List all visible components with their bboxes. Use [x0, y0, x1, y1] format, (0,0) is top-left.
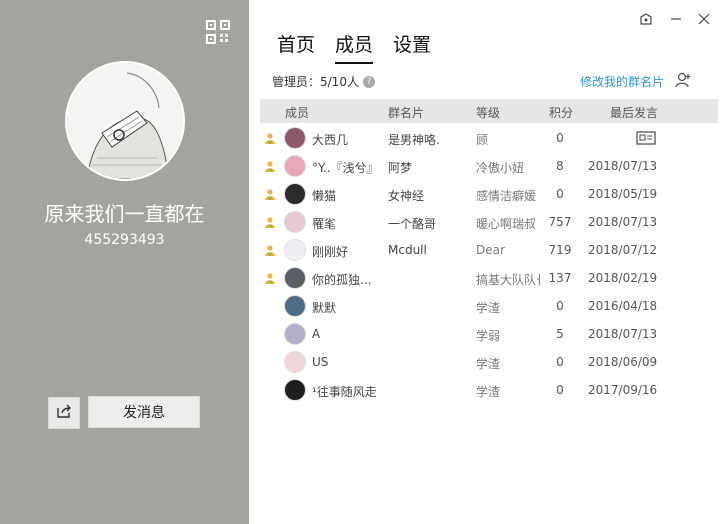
- member-level: 学弱: [476, 329, 501, 343]
- minimize-icon[interactable]: [667, 10, 685, 28]
- member-row[interactable]: 罹毟 一个酪哥 暖心啊瑞叔 757 2018/07/13: [249, 208, 724, 236]
- member-last-post: 2018/06/09: [588, 355, 658, 369]
- add-member-icon[interactable]: [674, 71, 692, 89]
- skin-icon[interactable]: [637, 10, 655, 28]
- member-avatar[interactable]: [284, 183, 306, 205]
- member-row[interactable]: ¹往事随风走 学渣 0 2017/09/16: [249, 376, 724, 404]
- admin-icon: [264, 272, 276, 284]
- member-level: 暖心啊瑞叔: [476, 217, 537, 231]
- group-detail-panel: 首页 成员 设置 管理员：5/10人 ? 修改我的群名片 成员 群名片 等级 积…: [249, 0, 724, 524]
- admin-count: 管理员：5/10人 ?: [272, 73, 375, 90]
- share-button[interactable]: [48, 397, 80, 429]
- member-score: 0: [556, 383, 564, 397]
- admin-icon: [264, 188, 276, 200]
- admin-count-label: 管理员：5/10人: [272, 75, 359, 89]
- member-row[interactable]: A 学弱 5 2018/07/13: [249, 320, 724, 348]
- member-name: 大西几: [312, 133, 349, 147]
- column-level[interactable]: 等级: [476, 104, 500, 121]
- member-list: 大西几 是男神咯. 顾 0 °Y..『浅兮』 阿梦 冷傲小妞 8 2018/07/13 懒猫 女神经…: [249, 124, 724, 404]
- member-avatar[interactable]: [284, 295, 306, 317]
- column-member[interactable]: 成员: [285, 104, 309, 121]
- member-row[interactable]: US 学渣 0 2018/06/09: [249, 348, 724, 376]
- member-last-post: 2018/07/13: [588, 159, 658, 173]
- member-table-header: 成员 群名片 等级 积分 最后发言: [260, 99, 718, 123]
- member-score: 0: [556, 131, 564, 145]
- member-name: 刚刚好: [312, 245, 349, 259]
- group-avatar[interactable]: [65, 61, 185, 181]
- member-avatar[interactable]: [284, 351, 306, 373]
- card-icon[interactable]: [636, 130, 656, 146]
- admin-icon: [264, 160, 276, 172]
- member-name: A: [312, 327, 321, 341]
- member-last-post: 2018/07/12: [588, 243, 658, 257]
- member-name: 懒猫: [312, 189, 337, 203]
- member-level: 学渣: [476, 385, 501, 399]
- tab-home[interactable]: 首页: [277, 30, 315, 64]
- group-profile-panel: 原来我们一直都在 455293493 发消息: [0, 0, 249, 524]
- member-score: 8: [556, 159, 564, 173]
- member-level: 搞基大队队长: [476, 273, 540, 287]
- member-level: 顾: [476, 133, 489, 147]
- member-name: 罹毟: [312, 217, 337, 231]
- column-card[interactable]: 群名片: [388, 104, 424, 121]
- group-id: 455293493: [84, 232, 165, 248]
- member-row[interactable]: 你的孤独... 搞基大队队长 137 2018/02/19: [249, 264, 724, 292]
- member-avatar[interactable]: [284, 239, 306, 261]
- member-row[interactable]: 懒猫 女神经 感情洁癖媛 0 2018/05/19: [249, 180, 724, 208]
- member-score: 719: [548, 243, 572, 257]
- member-name: US: [312, 355, 329, 369]
- member-level: Dear: [476, 243, 505, 257]
- group-name: 原来我们一直都在: [44, 202, 205, 226]
- close-icon[interactable]: [695, 10, 713, 28]
- member-avatar[interactable]: [284, 267, 306, 289]
- member-row[interactable]: 大西几 是男神咯. 顾 0: [249, 124, 724, 152]
- member-score: 757: [548, 215, 572, 229]
- member-level: 冷傲小妞: [476, 161, 525, 175]
- member-last-post: 2018/05/19: [588, 187, 658, 201]
- member-score: 5: [556, 327, 564, 341]
- member-score: 0: [556, 187, 564, 201]
- member-card-name: 一个酪哥: [388, 217, 437, 231]
- member-last-post: 2018/02/19: [588, 271, 658, 285]
- share-icon: [56, 403, 72, 423]
- member-avatar[interactable]: [284, 323, 306, 345]
- help-icon[interactable]: ?: [362, 75, 375, 88]
- member-avatar[interactable]: [284, 211, 306, 233]
- member-last-post: 2016/04/18: [588, 299, 658, 313]
- admin-icon: [264, 132, 276, 144]
- admin-icon: [264, 216, 276, 228]
- member-name: 默默: [312, 301, 337, 315]
- member-level: 感情洁癖媛: [476, 189, 537, 203]
- member-last-post: 2018/07/13: [588, 327, 658, 341]
- member-card-name: 女神经: [388, 189, 425, 203]
- tab-members[interactable]: 成员: [335, 30, 374, 64]
- member-last-post: 2017/09/16: [588, 383, 658, 397]
- member-score: 137: [548, 271, 572, 285]
- member-level: 学渣: [476, 357, 501, 371]
- member-avatar[interactable]: [284, 379, 306, 401]
- member-score: 0: [556, 299, 564, 313]
- tab-bar: 首页 成员 设置: [277, 30, 451, 64]
- column-score[interactable]: 积分: [549, 104, 573, 121]
- member-card-name: 阿梦: [388, 161, 413, 175]
- qr-code-icon[interactable]: [206, 20, 230, 44]
- member-last-post: 2018/07/13: [588, 215, 658, 229]
- member-card-name: 是男神咯.: [388, 133, 440, 147]
- send-message-button[interactable]: 发消息: [88, 396, 200, 428]
- member-name: ¹往事随风走: [312, 385, 377, 399]
- member-avatar[interactable]: [284, 127, 306, 149]
- member-avatar[interactable]: [284, 155, 306, 177]
- member-row[interactable]: 默默 学渣 0 2016/04/18: [249, 292, 724, 320]
- member-level: 学渣: [476, 301, 501, 315]
- column-last-post[interactable]: 最后发言: [610, 104, 658, 121]
- member-name: °Y..『浅兮』: [312, 161, 379, 175]
- member-row[interactable]: 刚刚好 Mcdull Dear 719 2018/07/12: [249, 236, 724, 264]
- member-score: 0: [556, 355, 564, 369]
- admin-icon: [264, 244, 276, 256]
- member-row[interactable]: °Y..『浅兮』 阿梦 冷傲小妞 8 2018/07/13: [249, 152, 724, 180]
- tab-settings[interactable]: 设置: [393, 30, 431, 64]
- member-name: 你的孤独...: [312, 273, 372, 287]
- edit-card-link[interactable]: 修改我的群名片: [580, 73, 664, 90]
- member-card-name: Mcdull: [388, 243, 427, 257]
